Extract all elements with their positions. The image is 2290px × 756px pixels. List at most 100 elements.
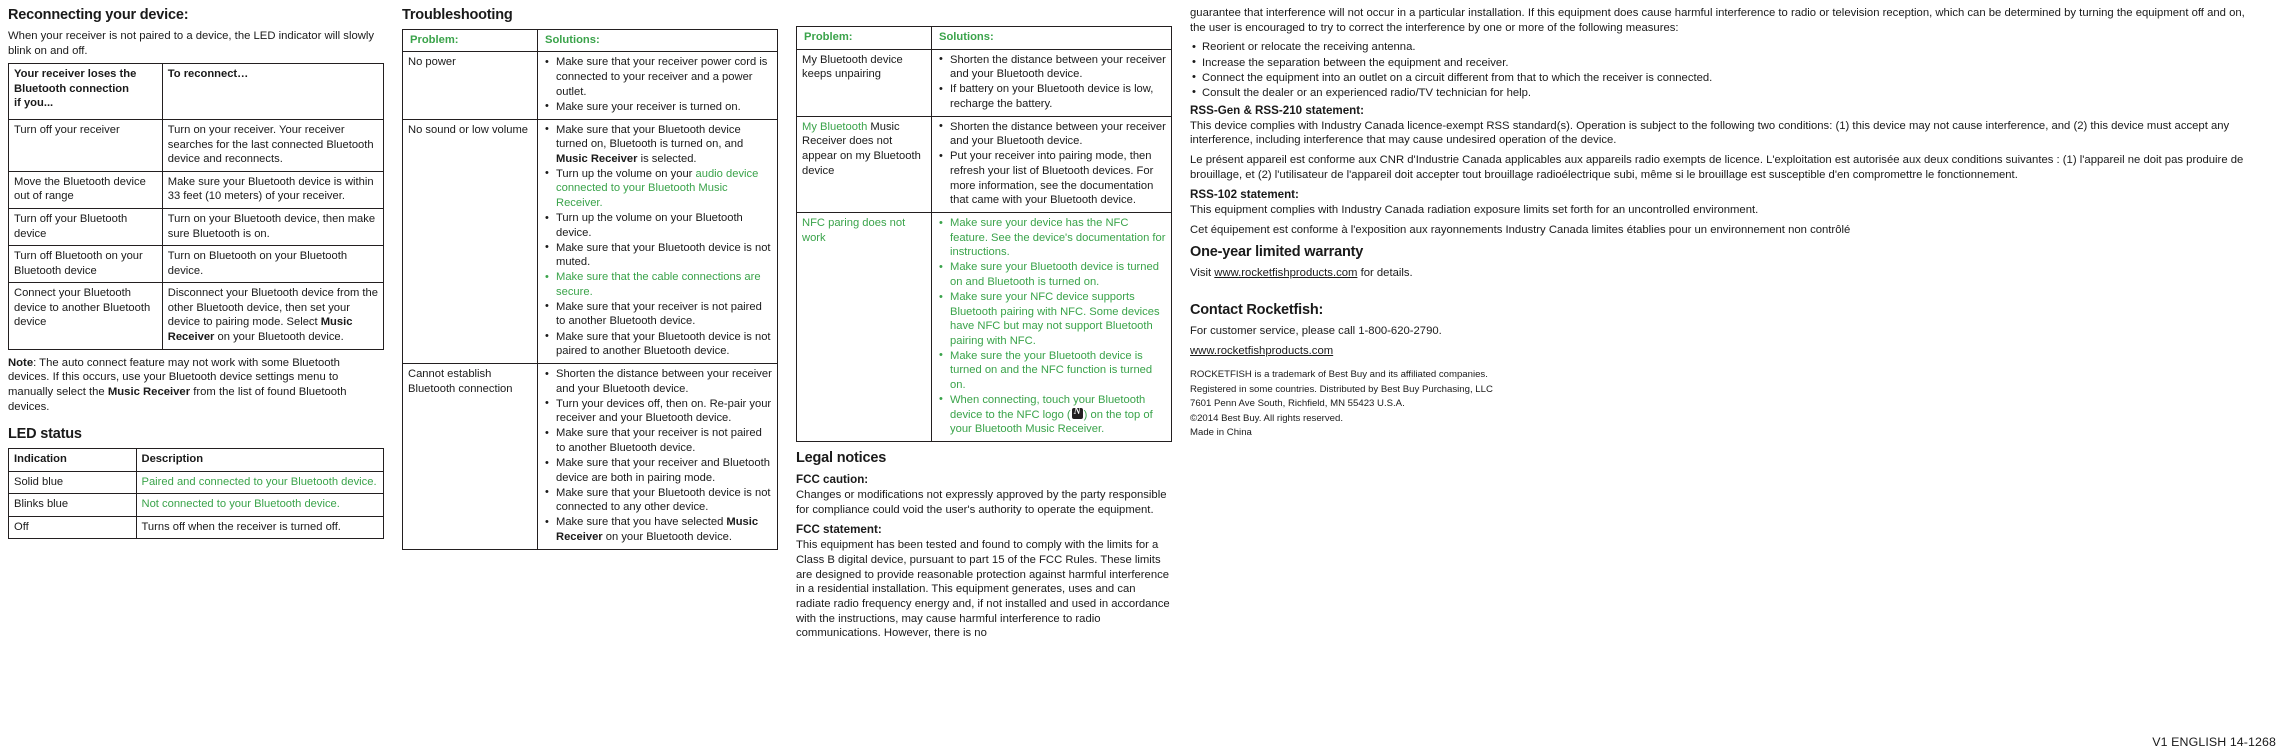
fcc-continued-body: guarantee that interference will not occ…: [1190, 7, 2245, 34]
table-header-row: Problem: Solutions:: [796, 26, 1172, 50]
reconnecting-intro: When your receiver is not paired to a de…: [8, 29, 375, 57]
reconnect-fix-cell: Make sure your Bluetooth device is withi…: [161, 170, 385, 210]
table-row: My Bluetooth device keeps unpairingShort…: [796, 48, 1172, 117]
warranty-post-text: for details.: [1357, 266, 1413, 279]
column-troubleshooting-continued: Problem: Solutions: My Bluetooth device …: [778, 6, 1172, 746]
troubleshooting-table-1: Problem: Solutions: No powerMake sure th…: [402, 28, 778, 550]
reconnect-note: Note: The auto connect feature may not w…: [8, 356, 347, 413]
list-item: When connecting, touch your Bluetooth de…: [937, 392, 1166, 437]
contact-website-link[interactable]: www.rocketfishproducts.com: [1190, 345, 1333, 357]
contact-phone: For customer service, please call 1-800-…: [1190, 325, 1442, 338]
manual-page: Reconnecting your device: When your rece…: [0, 0, 2290, 756]
problem-cell: My Bluetooth device keeps unpairing: [796, 48, 932, 117]
table-row: Turn off your Bluetooth device Turn on yo…: [8, 207, 385, 247]
list-item: Make sure that your Bluetooth device is …: [543, 329, 772, 359]
ts-header-solutions: Solutions:: [537, 28, 778, 53]
list-item: Make sure your receiver is turned on.: [543, 99, 772, 115]
led-status-table: Indication Description Solid blue Paired …: [8, 448, 384, 540]
led-indication-cell: Blinks blue: [8, 493, 137, 517]
rss-102-title: RSS-102 statement:: [1190, 188, 1299, 202]
solutions-list: Shorten the distance between your receiv…: [937, 119, 1166, 208]
led-header-description: Description: [135, 448, 384, 472]
list-item: Make sure that you have selected Music R…: [543, 515, 772, 544]
document-version-footer: V1 ENGLISH 14-1268: [2152, 734, 2276, 749]
reconnect-fix-cell: Turn on your Bluetooth device, then make…: [161, 207, 385, 247]
rss-gen-title: RSS-Gen & RSS-210 statement:: [1190, 103, 1364, 117]
led-indication-cell: Solid blue: [8, 470, 137, 495]
fcc-statement-body: This equipment has been tested and found…: [796, 539, 1170, 640]
reconnecting-heading: Reconnecting your device:: [8, 7, 189, 23]
table-row: My Bluetooth Music Receiver does not app…: [796, 115, 1172, 214]
solutions-list: Make sure that your Bluetooth device tur…: [543, 122, 772, 359]
table-row: No powerMake sure that your receiver pow…: [402, 51, 778, 120]
list-item: Make sure that your Bluetooth device is …: [543, 240, 772, 270]
table-row: NFC paring does not workMake sure your d…: [796, 212, 1172, 443]
warranty-pre-text: Visit: [1190, 266, 1215, 279]
reconnect-cause-cell: Connect your Bluetooth device to another…: [8, 282, 163, 350]
contact-heading: Contact Rocketfish:: [1190, 302, 1324, 319]
reconnect-fix-cell: Turn on Bluetooth on your Bluetooth devi…: [161, 245, 385, 284]
rss-gen-french: Le présent appareil est conforme aux CNR…: [1190, 153, 2244, 181]
reconnect-header-fix: To reconnect…: [161, 63, 385, 121]
solutions-list: Make sure your device has the NFC featur…: [937, 216, 1166, 436]
led-description-cell: Not connected to your Bluetooth device.: [135, 493, 384, 517]
problem-cell: No sound or low volume: [402, 118, 538, 365]
table-header-row: Your receiver loses the Bluetooth connect…: [8, 63, 385, 121]
reconnect-cause-cell: Move the Bluetooth device out of range: [8, 170, 163, 210]
list-item: Make sure that your receiver and Bluetoo…: [543, 456, 772, 485]
fine-print-block: ROCKETFISH is a trademark of Best Buy an…: [1190, 368, 2252, 440]
led-indication-cell: Off: [8, 515, 137, 540]
list-item: Make sure your Bluetooth device is turne…: [937, 260, 1166, 289]
table-header-row: Indication Description: [8, 448, 384, 472]
warranty-heading: One-year limited warranty: [1190, 243, 1364, 260]
list-item: Reorient or relocate the receiving anten…: [1190, 40, 2252, 55]
table-row: Off Turns off when the receiver is turned…: [8, 515, 384, 540]
rss-gen-english: This device complies with Industry Canad…: [1190, 119, 2230, 147]
fcc-measures-list: Reorient or relocate the receiving anten…: [1190, 40, 2252, 100]
fcc-statement-title: FCC statement:: [796, 523, 882, 537]
ts2-header-solutions: Solutions:: [931, 26, 1172, 50]
list-item: Turn up the volume on your audio device …: [543, 166, 772, 211]
reconnect-table: Your receiver loses the Bluetooth connect…: [8, 63, 385, 350]
list-item: Make sure that your Bluetooth device is …: [543, 485, 772, 515]
problem-cell: NFC paring does not work: [796, 212, 932, 443]
solutions-cell: Shorten the distance between your receiv…: [537, 363, 778, 550]
ts-header-problem: Problem:: [402, 28, 538, 53]
ts2-header-problem: Problem:: [796, 26, 932, 50]
troubleshooting-heading: Troubleshooting: [402, 7, 513, 23]
warranty-website-link[interactable]: www.rocketfishproducts.com: [1214, 267, 1357, 279]
led-description-cell: Paired and connected to your Bluetooth d…: [135, 470, 384, 495]
table-row: Solid blue Paired and connected to your B…: [8, 470, 384, 495]
fcc-caution-body: Changes or modifications not expressly a…: [796, 489, 1167, 516]
table-row: Move the Bluetooth device out of range Ma…: [8, 170, 385, 210]
reconnect-header-cause: Your receiver loses the Bluetooth connect…: [8, 63, 163, 121]
table-row: No sound or low volumeMake sure that you…: [402, 118, 778, 365]
solutions-list: Shorten the distance between your receiv…: [543, 367, 772, 544]
table-row: Cannot establish Bluetooth connectionSho…: [402, 363, 778, 550]
list-item: Make sure the your Bluetooth device is t…: [937, 348, 1166, 393]
list-item: Turn up the volume on your Bluetooth dev…: [543, 211, 772, 240]
led-description-cell: Turns off when the receiver is turned of…: [135, 515, 384, 540]
fine-print-line: 7601 Penn Ave South, Richfield, MN 55423…: [1190, 398, 1405, 410]
table-header-row: Problem: Solutions:: [402, 28, 778, 53]
list-item: Make sure that your receiver is not pair…: [543, 299, 772, 329]
list-item: Put your receiver into pairing mode, the…: [937, 149, 1166, 207]
legal-notices-heading: Legal notices: [796, 450, 887, 467]
warranty-line: Visit www.rocketfishproducts.com for det…: [1190, 266, 2252, 281]
list-item: Make sure that your receiver power cord …: [543, 55, 772, 99]
list-item: Make sure your device has the NFC featur…: [937, 216, 1166, 260]
solutions-list: Shorten the distance between your receiv…: [937, 52, 1166, 112]
fcc-caution-title: FCC caution:: [796, 472, 869, 486]
table-row: Turn off your receiver Turn on your recei…: [8, 119, 385, 172]
troubleshooting-table-2: Problem: Solutions: My Bluetooth device …: [796, 26, 1172, 443]
table-row: Blinks blue Not connected to your Bluetoo…: [8, 493, 384, 517]
fine-print-line: Registered in some countries. Distribute…: [1190, 383, 1493, 395]
list-item: Shorten the distance between your receiv…: [937, 52, 1166, 82]
column-regulatory: guarantee that interference will not occ…: [1172, 6, 2252, 746]
solutions-cell: Make sure your device has the NFC featur…: [931, 212, 1172, 443]
list-item: Make sure your NFC device supports Bluet…: [937, 289, 1166, 348]
led-header-indication: Indication: [8, 448, 137, 472]
list-item: Connect the equipment into an outlet on …: [1190, 70, 2252, 86]
list-item: Consult the dealer or an experienced rad…: [1190, 85, 2252, 101]
